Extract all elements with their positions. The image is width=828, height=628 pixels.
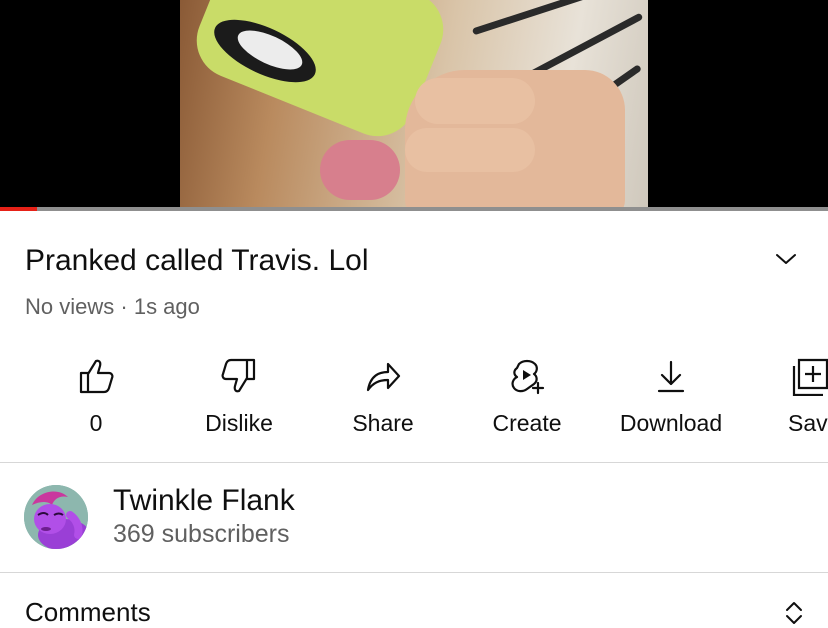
- like-button[interactable]: 0: [24, 350, 168, 437]
- video-player[interactable]: [0, 0, 828, 211]
- progress-fill: [0, 207, 38, 211]
- thumbs-down-icon: [221, 358, 256, 393]
- subscriber-count: 369 subscribers: [113, 520, 290, 548]
- dislike-label: Dislike: [205, 410, 273, 436]
- video-title[interactable]: Pranked called Travis. Lol: [25, 244, 369, 278]
- download-icon: [657, 360, 685, 393]
- download-label: Download: [619, 410, 723, 436]
- pony-avatar-icon: [24, 485, 88, 549]
- create-button[interactable]: Create: [455, 350, 599, 437]
- thumbs-up-icon: [79, 359, 114, 394]
- share-button[interactable]: Share: [311, 350, 455, 437]
- divider: [0, 462, 828, 463]
- share-arrow-icon: [366, 362, 401, 392]
- chevron-down-icon[interactable]: [774, 251, 798, 267]
- meta-separator: ·: [120, 294, 128, 319]
- avatar[interactable]: [24, 485, 88, 549]
- save-button[interactable]: Sav: [782, 350, 828, 437]
- divider: [0, 572, 828, 573]
- share-label: Share: [352, 410, 414, 436]
- dislike-button[interactable]: Dislike: [167, 350, 311, 437]
- upload-age: 1s ago: [133, 294, 200, 319]
- save-playlist-icon: [792, 358, 828, 396]
- view-count: No views: [25, 294, 115, 319]
- action-row: 0 Dislike Share Create Download Sav: [0, 350, 828, 440]
- video-meta: No views · 1s ago: [25, 294, 200, 320]
- channel-name[interactable]: Twinkle Flank: [113, 484, 295, 518]
- create-label: Create: [492, 410, 562, 436]
- video-frame: [180, 0, 648, 208]
- save-label: Sav: [788, 410, 828, 436]
- like-count: 0: [89, 410, 103, 436]
- comments-heading[interactable]: Comments: [25, 597, 151, 628]
- create-remix-icon: [511, 359, 545, 395]
- progress-bar[interactable]: [0, 207, 828, 211]
- download-button[interactable]: Download: [599, 350, 743, 437]
